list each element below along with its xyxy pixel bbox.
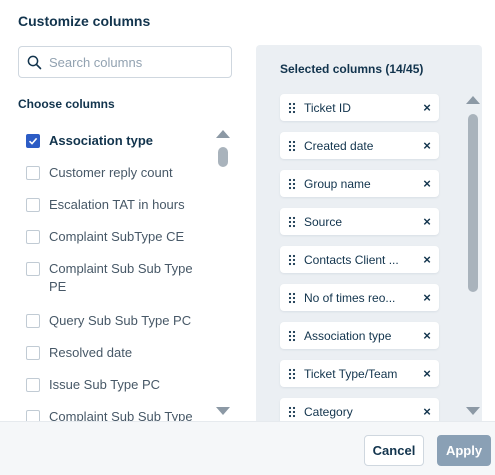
column-option-label: Complaint Sub Sub Type (49, 409, 193, 421)
checkbox[interactable] (26, 198, 40, 212)
drag-handle-icon[interactable] (280, 292, 304, 304)
column-option-label: Complaint SubType CE (49, 229, 185, 244)
column-option-label: Complaint Sub Sub Type PE (49, 261, 193, 294)
drag-handle-icon[interactable] (280, 102, 304, 114)
column-option-label: Association type (49, 133, 154, 148)
chip-label: Ticket ID (304, 100, 351, 115)
column-option-label: Escalation TAT in hours (49, 197, 185, 212)
checkbox[interactable] (26, 262, 40, 276)
scroll-down-arrow-icon[interactable] (216, 407, 230, 415)
selected-chip-ticket-type-team[interactable]: Ticket Type/Team × (280, 360, 439, 387)
check-icon (28, 137, 38, 145)
choose-list-scrollbar[interactable] (214, 128, 232, 420)
column-option-complaint-subtype-ce[interactable]: Complaint SubType CE (18, 224, 218, 256)
drag-handle-icon[interactable] (280, 216, 304, 228)
scroll-up-arrow-icon[interactable] (466, 96, 480, 104)
selected-chip-no-of-times-reopened[interactable]: No of times reo... × (280, 284, 439, 311)
chip-label: Ticket Type/Team (304, 366, 398, 381)
checkbox[interactable] (26, 346, 40, 360)
checkbox[interactable] (26, 166, 40, 180)
close-icon[interactable]: × (415, 252, 439, 267)
drag-handle-icon[interactable] (280, 140, 304, 152)
close-icon[interactable]: × (415, 366, 439, 381)
column-option-complaint-sub-sub-type[interactable]: Complaint Sub Sub Type (18, 404, 218, 421)
selected-columns-pane: Selected columns (14/45) Ticket ID × Cre… (256, 45, 482, 425)
scrollbar-thumb[interactable] (468, 114, 478, 292)
column-option-label: Issue Sub Type PC (49, 377, 161, 392)
column-option-query-sub-sub-type-pc[interactable]: Query Sub Sub Type PC (18, 308, 218, 340)
close-icon[interactable]: × (415, 404, 439, 419)
chip-label: Category (304, 404, 353, 419)
search-input[interactable] (49, 54, 224, 70)
drag-handle-icon[interactable] (280, 368, 304, 380)
apply-button[interactable]: Apply (437, 435, 491, 466)
checkbox[interactable] (26, 410, 40, 421)
close-icon[interactable]: × (415, 214, 439, 229)
drag-handle-icon[interactable] (280, 330, 304, 342)
selected-list-scrollbar[interactable] (464, 94, 482, 420)
chip-label: Created date (304, 138, 374, 153)
dialog-footer: Cancel Apply (0, 421, 495, 475)
search-icon (19, 47, 49, 77)
column-option-label: Resolved date (49, 345, 133, 360)
selected-columns-title: Selected columns (14/45) (280, 62, 424, 76)
selected-chip-ticket-id[interactable]: Ticket ID × (280, 94, 439, 121)
column-option-customer-reply-count[interactable]: Customer reply count (18, 160, 218, 192)
drag-handle-icon[interactable] (280, 178, 304, 190)
checkbox[interactable] (26, 230, 40, 244)
selected-chip-source[interactable]: Source × (280, 208, 439, 235)
selected-chip-created-date[interactable]: Created date × (280, 132, 439, 159)
selected-chip-association-type[interactable]: Association type × (280, 322, 439, 349)
chip-label: Association type (304, 328, 392, 343)
choose-columns-label: Choose columns (18, 97, 115, 111)
search-box[interactable] (18, 46, 232, 78)
column-option-label: Query Sub Sub Type PC (49, 313, 192, 328)
column-option-issue-sub-type-pc[interactable]: Issue Sub Type PC (18, 372, 218, 404)
selected-chip-group-name[interactable]: Group name × (280, 170, 439, 197)
close-icon[interactable]: × (415, 290, 439, 305)
dialog-title: Customize columns (18, 13, 151, 29)
close-icon[interactable]: × (415, 100, 439, 115)
chip-label: No of times reo... (304, 290, 396, 305)
choose-columns-list: Association type Customer reply count Es… (18, 128, 218, 421)
column-option-complaint-sub-sub-type-pe[interactable]: Complaint Sub Sub Type PE (18, 256, 218, 308)
scrollbar-thumb[interactable] (218, 147, 228, 167)
cancel-button[interactable]: Cancel (364, 435, 424, 466)
close-icon[interactable]: × (415, 138, 439, 153)
chip-label: Source (304, 214, 343, 229)
column-option-label: Customer reply count (49, 165, 173, 180)
column-option-association-type[interactable]: Association type (18, 128, 218, 160)
column-option-escalation-tat[interactable]: Escalation TAT in hours (18, 192, 218, 224)
drag-handle-icon[interactable] (280, 254, 304, 266)
drag-handle-icon[interactable] (280, 406, 304, 418)
column-option-resolved-date[interactable]: Resolved date (18, 340, 218, 372)
scroll-down-arrow-icon[interactable] (466, 407, 480, 415)
scroll-up-arrow-icon[interactable] (216, 130, 230, 138)
selected-chip-contacts-client[interactable]: Contacts Client ... × (280, 246, 439, 273)
close-icon[interactable]: × (415, 328, 439, 343)
close-icon[interactable]: × (415, 176, 439, 191)
checkbox-checked[interactable] (26, 134, 40, 148)
checkbox[interactable] (26, 314, 40, 328)
chip-label: Contacts Client ... (304, 252, 399, 267)
checkbox[interactable] (26, 378, 40, 392)
chip-label: Group name (304, 176, 371, 191)
